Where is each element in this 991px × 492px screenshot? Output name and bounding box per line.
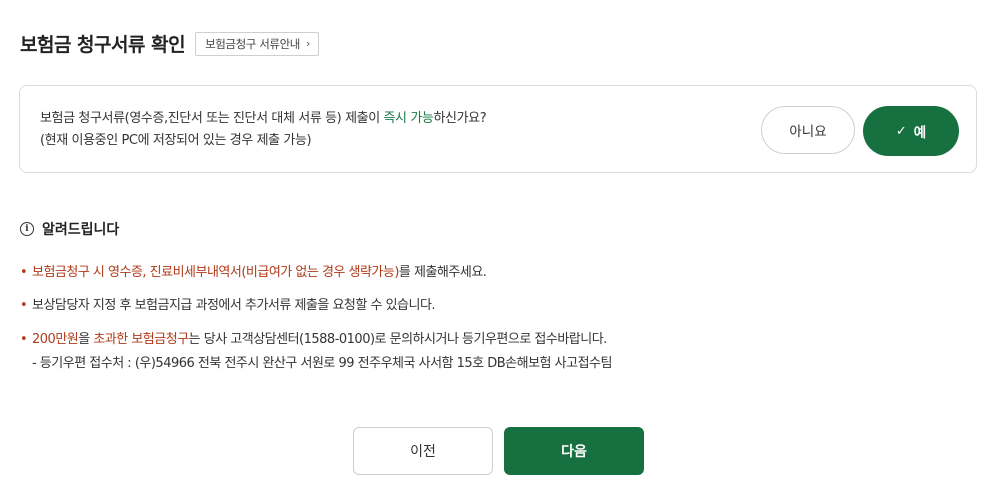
notice-item-receipts: • 보험금청구 시 영수증, 진료비세부내역서(비급여가 없는 경우 생략가능)… [20, 262, 487, 284]
prev-button[interactable]: 이전 [353, 427, 493, 475]
question-suffix: 하신가요? [433, 111, 487, 126]
registered-mail-address: - 등기우편 접수처 : (우)54966 전북 전주시 완산구 서원로 99 … [32, 356, 612, 371]
yes-button-label: 예 [913, 125, 927, 141]
notice-highlight: 보험금청구 시 영수증, 진료비세부내역서(비급여가 없는 경우 생략가능) [32, 265, 399, 280]
notice-heading-text: 알려드립니다 [42, 222, 120, 238]
bullet: • [20, 265, 28, 280]
no-button[interactable]: 아니요 [761, 106, 855, 154]
question-prefix: 보험금 청구서류(영수증,진단서 또는 진단서 대체 서류 등) 제출이 [40, 111, 384, 126]
prev-button-label: 이전 [410, 444, 436, 460]
title-row: 보험금 청구서류 확인 보험금청구 서류안내 › [20, 30, 319, 57]
notice-heading: i 알려드립니다 [20, 219, 119, 239]
question-line-1: 보험금 청구서류(영수증,진단서 또는 진단서 대체 서류 등) 제출이 즉시 … [40, 108, 487, 130]
question-text: 보험금 청구서류(영수증,진단서 또는 진단서 대체 서류 등) 제출이 즉시 … [40, 108, 487, 152]
info-icon: i [20, 222, 34, 236]
notice-item-over-limit: • 200만원을 초과한 보험금청구는 당사 고객상담센터(1588-0100)… [20, 329, 607, 351]
notice-text: 을 [78, 332, 94, 347]
notice-text: 는 당사 고객상담센터(1588-0100)로 문의하시거나 등기우편으로 접수… [188, 332, 608, 347]
notice-text: 를 제출해주세요. [398, 265, 487, 280]
check-icon: ✓ [895, 123, 907, 139]
notice-text: 보상담당자 지정 후 보험금지급 과정에서 추가서류 제출을 요청할 수 있습니… [32, 298, 436, 313]
guide-button-label: 보험금청구 서류안내 [205, 36, 300, 51]
chevron-right-icon: › [305, 37, 310, 50]
bullet: • [20, 332, 28, 347]
claim-document-guide-button[interactable]: 보험금청구 서류안내 › [195, 31, 319, 56]
no-button-label: 아니요 [789, 124, 827, 140]
question-box: 보험금 청구서류(영수증,진단서 또는 진단서 대체 서류 등) 제출이 즉시 … [19, 85, 977, 173]
notice-highlight-amount: 200만원 [32, 332, 79, 347]
notice-highlight-claim: 초과한 보험금청구 [93, 332, 189, 347]
bullet: • [20, 298, 28, 313]
notice-item-additional-docs: • 보상담당자 지정 후 보험금지급 과정에서 추가서류 제출을 요청할 수 있… [20, 295, 436, 317]
next-button-label: 다음 [561, 444, 587, 460]
question-accent: 즉시 가능 [383, 111, 434, 126]
next-button[interactable]: 다음 [504, 427, 644, 475]
page-title: 보험금 청구서류 확인 [20, 34, 186, 56]
question-line-2: (현재 이용중인 PC에 저장되어 있는 경우 제출 가능) [40, 133, 312, 148]
yes-button[interactable]: ✓ 예 [863, 106, 959, 156]
